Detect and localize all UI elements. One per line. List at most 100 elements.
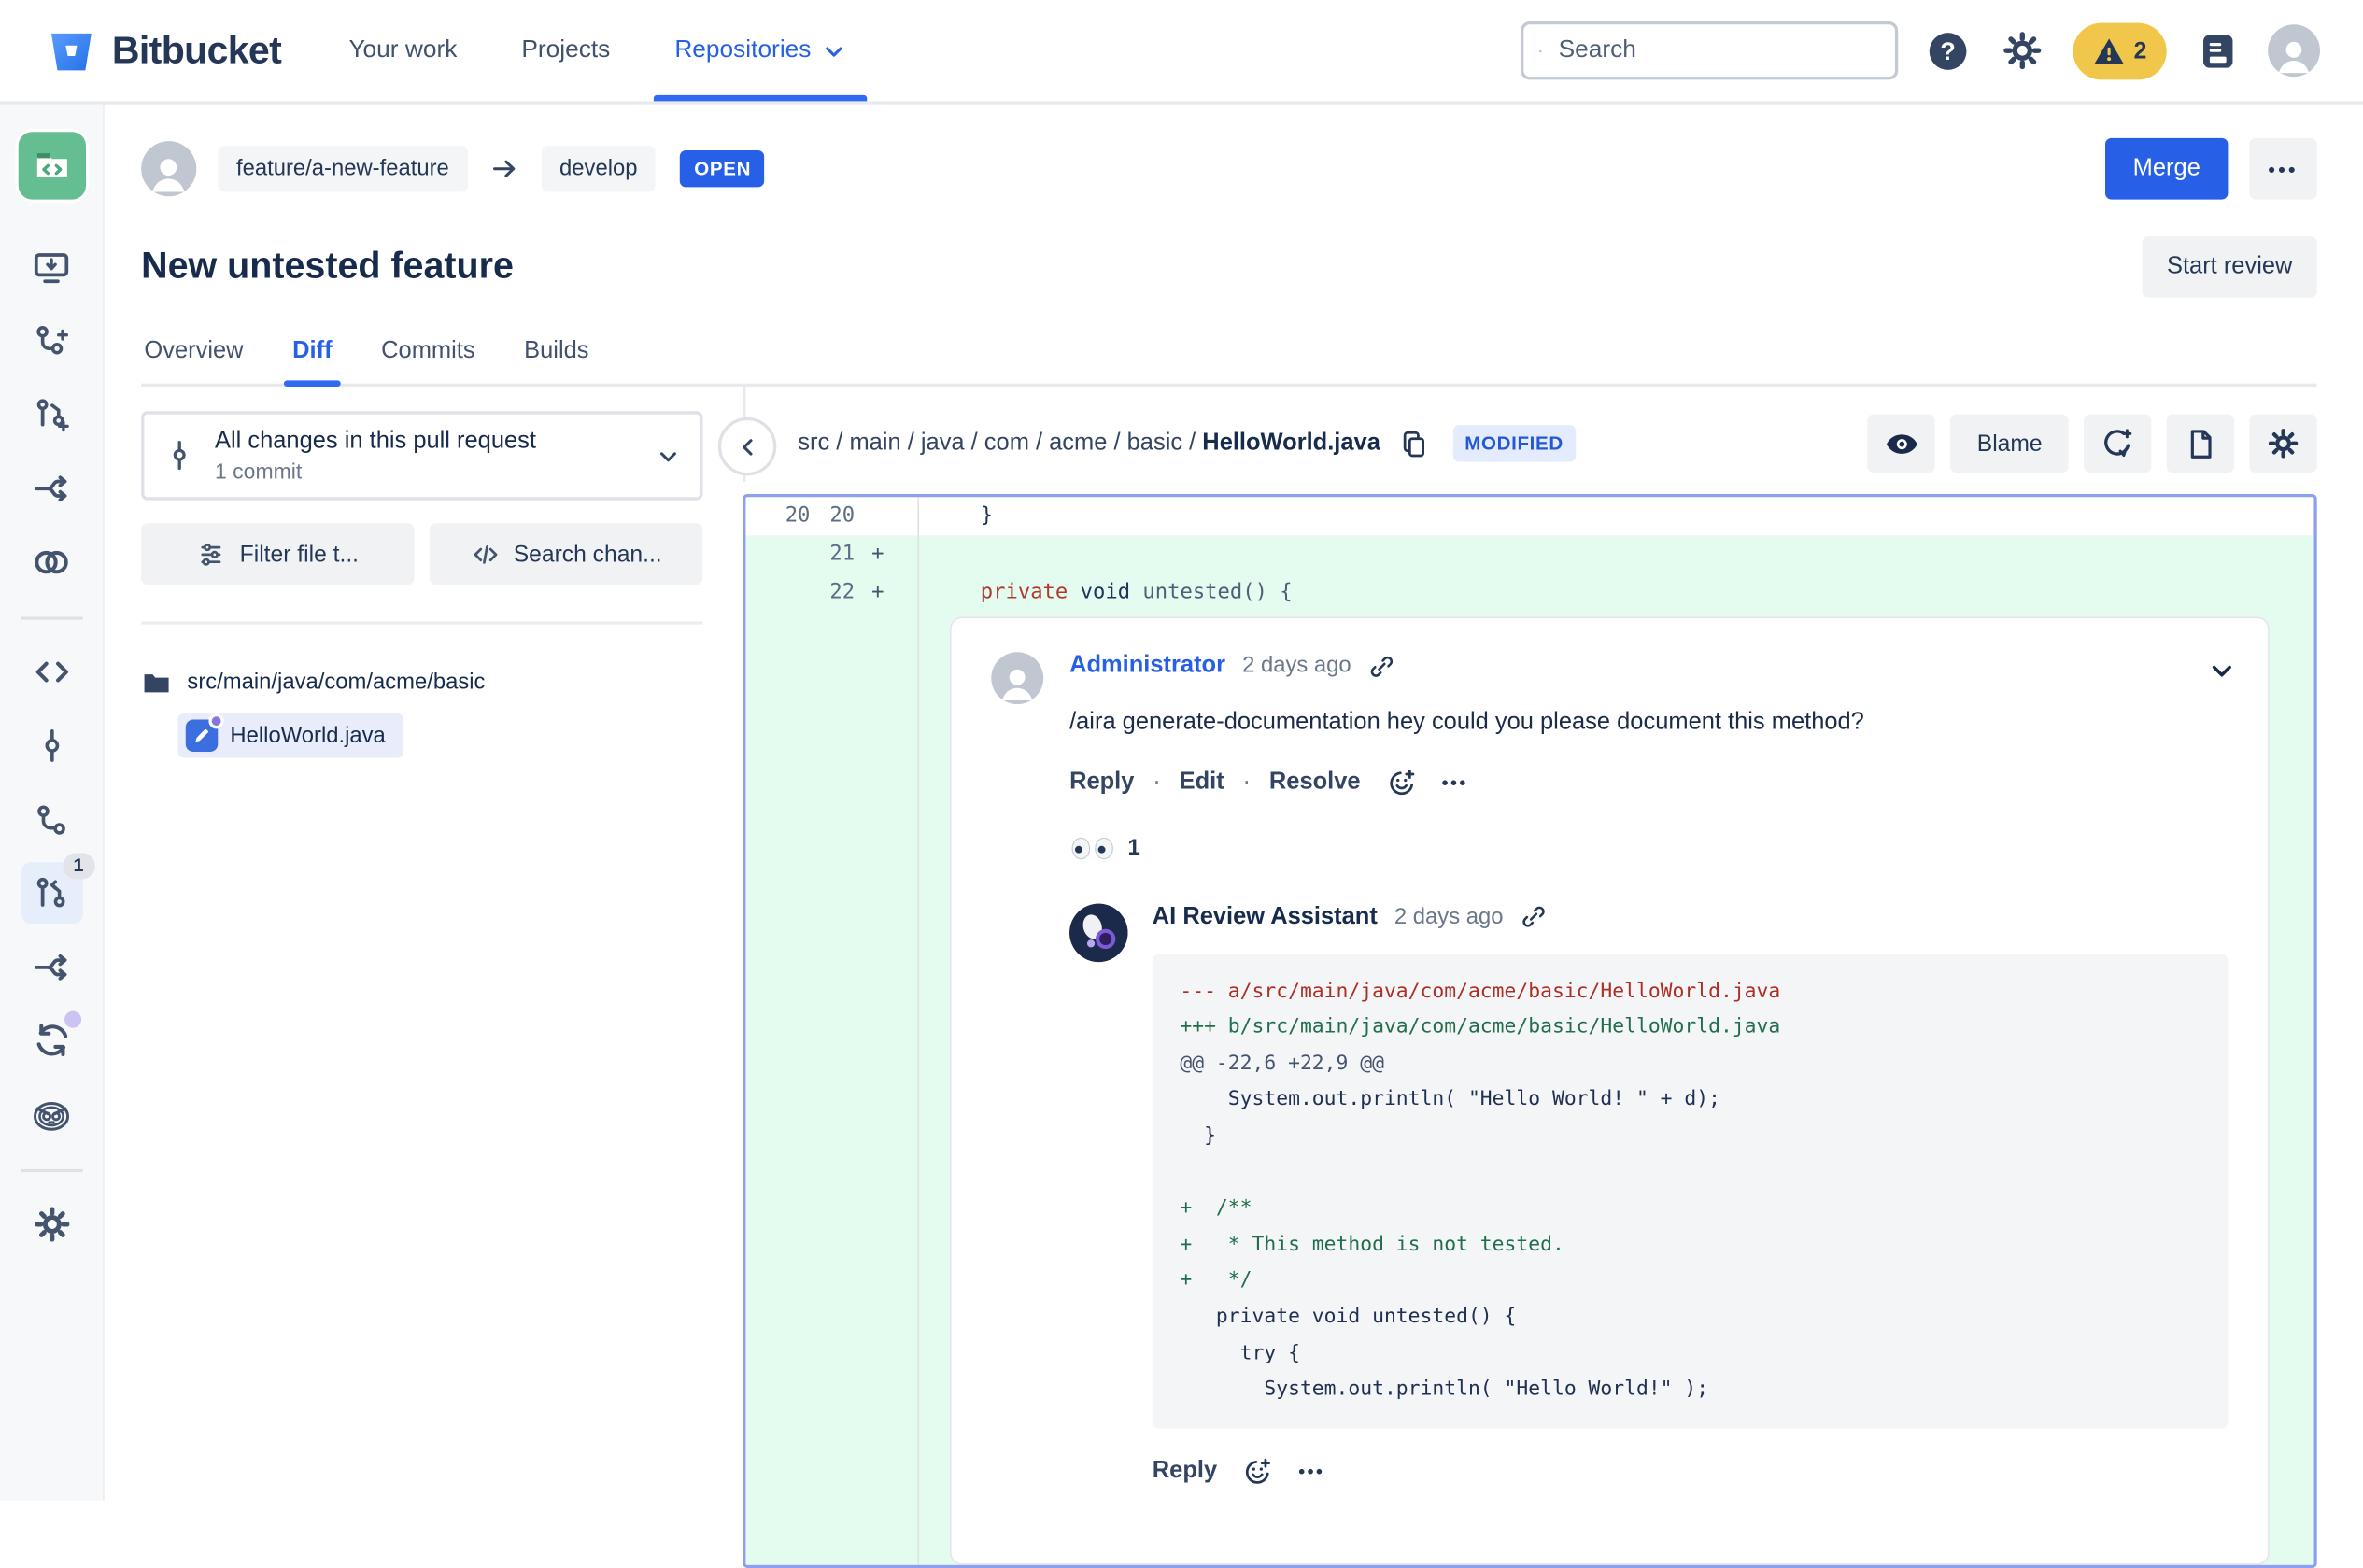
bitbucket-logo[interactable]: Bitbucket	[46, 25, 282, 76]
diff-settings-button[interactable]	[2249, 414, 2317, 473]
repository-sidebar: 1	[0, 104, 105, 1501]
pr-more-button[interactable]: •••	[2249, 137, 2317, 200]
source-branch-pill[interactable]: feature/a-new-feature	[218, 146, 468, 192]
nav-your-work[interactable]: Your work	[348, 0, 457, 101]
tab-overview[interactable]: Overview	[144, 337, 243, 365]
reply-permalink-button[interactable]	[1521, 904, 1547, 930]
person-icon	[996, 661, 1039, 704]
add-reaction-button[interactable]	[1385, 767, 1418, 799]
file-tree-folder[interactable]: src/main/java/com/acme/basic	[141, 668, 702, 699]
copy-path-button[interactable]	[1399, 429, 1428, 458]
help-button[interactable]: ?	[1925, 28, 1971, 74]
resolve-button[interactable]: Resolve	[1269, 769, 1361, 797]
branches-button[interactable]	[21, 788, 82, 850]
forks-button[interactable]	[21, 936, 82, 997]
diff-code: private void untested() {	[980, 579, 1293, 605]
preview-file-button[interactable]	[1868, 414, 1936, 473]
reply-timestamp: 2 days ago	[1394, 904, 1504, 930]
source-code-icon	[35, 661, 68, 683]
pull-requests-button[interactable]: 1	[21, 853, 95, 924]
repository-avatar-icon	[17, 132, 86, 200]
add-reaction-button[interactable]	[1241, 1456, 1274, 1489]
code-line: try {	[1180, 1341, 1300, 1365]
reaction-pill[interactable]: 1	[1069, 836, 2228, 860]
svg-text:?: ?	[1941, 36, 1956, 64]
scope-subtitle: 1 commit	[214, 459, 303, 484]
tab-diff[interactable]: Diff	[283, 337, 342, 387]
search-input[interactable]	[1555, 35, 1879, 66]
pipelines-button[interactable]	[21, 1010, 82, 1071]
warnings-button[interactable]: 2	[2072, 21, 2167, 79]
file-tree-item-selected[interactable]: HelloWorld.java	[177, 713, 404, 758]
edit-button[interactable]: Edit	[1180, 769, 1224, 797]
create-pull-request-button[interactable]	[21, 384, 82, 445]
code-line: System.out.println( "Hello World!" );	[1180, 1377, 1709, 1402]
pr-status-badge: OPEN	[680, 149, 765, 188]
repository-avatar[interactable]	[14, 128, 89, 203]
comment-permalink-button[interactable]	[1368, 653, 1394, 679]
global-search[interactable]	[1520, 21, 1898, 80]
link-icon	[1368, 653, 1394, 679]
code-line: }	[1180, 1124, 1216, 1148]
reply-more-button[interactable]: •••	[1298, 1458, 1324, 1486]
brand-name: Bitbucket	[111, 28, 282, 72]
tab-commits[interactable]: Commits	[381, 337, 474, 365]
comment-author-avatar[interactable]	[991, 652, 1044, 705]
settings-button[interactable]	[1999, 28, 2045, 74]
commits-button[interactable]	[21, 715, 82, 777]
owl-plugin-button[interactable]	[21, 1083, 82, 1145]
ellipsis-icon: •••	[1441, 771, 1468, 794]
reaction-count: 1	[1127, 835, 1140, 861]
create-branch-button[interactable]	[21, 310, 82, 372]
diff-gutter[interactable]: 20 20	[745, 497, 920, 536]
create-fork-icon	[34, 474, 67, 501]
comment-more-button[interactable]: •••	[1442, 769, 1468, 797]
emoji-add-icon	[1241, 1456, 1274, 1489]
target-branch-pill[interactable]: develop	[541, 146, 657, 192]
diff-gutter[interactable]: 22 +	[745, 573, 920, 613]
tab-builds[interactable]: Builds	[524, 337, 588, 365]
nav-projects[interactable]: Projects	[521, 0, 610, 101]
changes-scope-dropdown[interactable]: All changes in this pull request 1 commi…	[141, 411, 703, 501]
chevron-left-icon	[742, 438, 752, 455]
search-icon	[1538, 49, 1542, 52]
pr-title: New untested feature	[141, 245, 514, 288]
file-icon	[2189, 429, 2211, 459]
bitbucket-bucket-icon	[46, 25, 96, 76]
collapse-thread-button[interactable]	[2206, 655, 2237, 685]
diff-gutter[interactable]: 21 +	[745, 535, 920, 574]
source-button[interactable]	[21, 642, 82, 703]
pr-tabs: Overview Diff Commits Builds	[141, 337, 2317, 387]
repository-settings-button[interactable]	[21, 1194, 82, 1255]
pr-author-avatar[interactable]	[141, 141, 197, 197]
sidebar-divider	[21, 616, 82, 620]
ai-review-assistant-avatar[interactable]	[1069, 903, 1128, 962]
reply-button[interactable]: Reply	[1069, 769, 1134, 797]
modified-file-icon	[185, 713, 224, 752]
compare-button[interactable]	[21, 530, 82, 592]
comment-thread-card: Administrator 2 days ago /aira generate-…	[949, 616, 2270, 1565]
filter-file-tree-button[interactable]: Filter file t...	[141, 523, 415, 585]
inline-comment-zone: Administrator 2 days ago /aira generate-…	[745, 612, 2314, 1565]
blame-button[interactable]: Blame	[1950, 414, 2069, 473]
topnav-actions: ? 2	[1520, 21, 2320, 80]
search-changes-button[interactable]: Search chan...	[429, 523, 703, 585]
start-review-button[interactable]: Start review	[2142, 235, 2317, 298]
merge-button[interactable]: Merge	[2105, 137, 2229, 200]
nav-repositories[interactable]: Repositories	[653, 0, 867, 102]
user-avatar[interactable]	[2268, 24, 2320, 78]
clone-button[interactable]	[21, 236, 82, 298]
eyes-emoji-icon	[1071, 837, 1113, 859]
pull-requests-count-badge: 1	[63, 853, 95, 880]
owl-icon	[33, 1101, 70, 1130]
diff-toolbar: src / main / java / com / acme / basic /…	[743, 411, 2317, 494]
add-file-comment-button[interactable]	[2083, 414, 2152, 473]
emoji-add-icon	[1385, 767, 1418, 799]
folder-path: src/main/java/com/acme/basic	[187, 670, 486, 696]
reply-button[interactable]: Reply	[1153, 1458, 1217, 1486]
changelog-button[interactable]	[2194, 28, 2240, 74]
collapse-file-panel-button[interactable]	[717, 417, 777, 476]
create-fork-button[interactable]	[21, 458, 82, 519]
view-file-button[interactable]	[2166, 414, 2234, 473]
comment-author-link[interactable]: Administrator	[1069, 652, 1225, 680]
